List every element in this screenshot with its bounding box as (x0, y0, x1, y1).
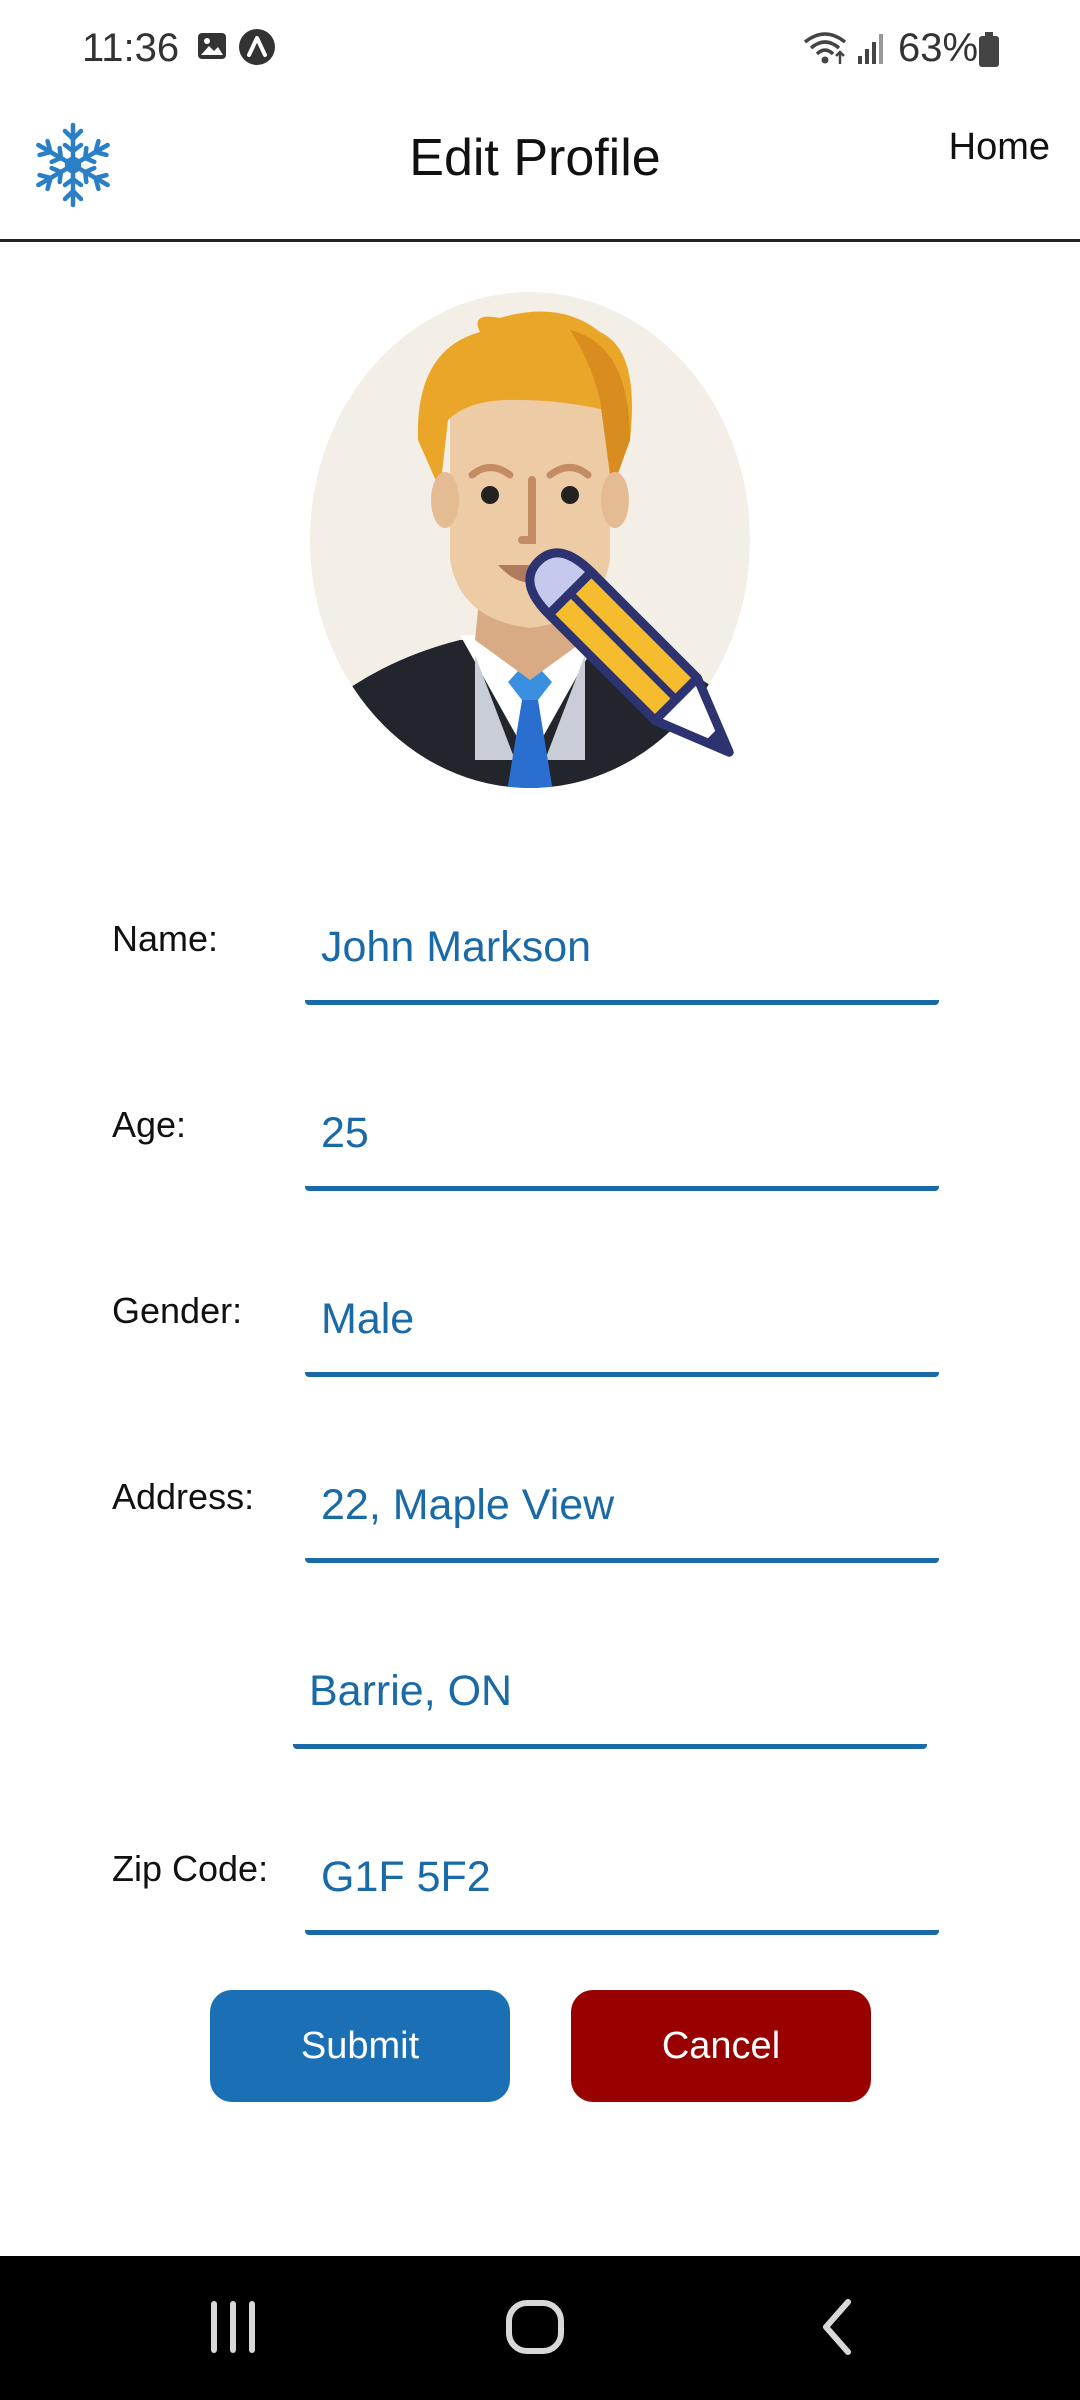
gender-label: Gender: (112, 1290, 243, 1331)
zip-code-field[interactable]: G1F 5F2 (305, 1835, 939, 1935)
cancel-button[interactable]: Cancel (571, 1990, 871, 2102)
gender-field[interactable]: Male (305, 1277, 939, 1377)
profile-avatar-with-pencil-icon[interactable] (300, 290, 800, 810)
name-value: John Markson (321, 923, 592, 971)
app-header: Edit Profile Home (0, 100, 1080, 242)
address-line1-value: 22, Maple View (321, 1481, 615, 1529)
home-link[interactable]: Home (949, 126, 1050, 169)
gender-value: Male (321, 1295, 415, 1343)
age-label: Age: (112, 1104, 187, 1145)
recent-apps-icon[interactable] (200, 2294, 266, 2360)
signal-icon (858, 34, 883, 64)
wifi-icon (803, 32, 847, 64)
home-icon[interactable] (502, 2294, 568, 2360)
age-field[interactable]: 25 (305, 1091, 939, 1191)
battery-percent: 63% (898, 26, 979, 70)
navigation-bar (0, 2256, 1080, 2400)
zip-code-label: Zip Code: (112, 1848, 269, 1889)
zip-code-value: G1F 5F2 (321, 1853, 491, 1901)
back-icon[interactable] (806, 2294, 872, 2360)
submit-button[interactable]: Submit (210, 1990, 510, 2102)
page-title: Edit Profile (409, 129, 661, 187)
status-time: 11:36 (82, 26, 180, 70)
battery-icon (979, 32, 999, 67)
address-line2-field[interactable]: Barrie, ON (293, 1649, 927, 1749)
address-label: Address: (112, 1476, 255, 1517)
image-icon (198, 33, 226, 59)
address-line1-field[interactable]: 22, Maple View (305, 1463, 939, 1563)
address-line2-value: Barrie, ON (309, 1667, 513, 1715)
name-field[interactable]: John Markson (305, 905, 939, 1005)
name-label: Name: (112, 918, 219, 959)
age-value: 25 (321, 1109, 369, 1157)
app-notification-icon (239, 29, 275, 65)
status-bar: 11:36 63% (0, 0, 1080, 100)
